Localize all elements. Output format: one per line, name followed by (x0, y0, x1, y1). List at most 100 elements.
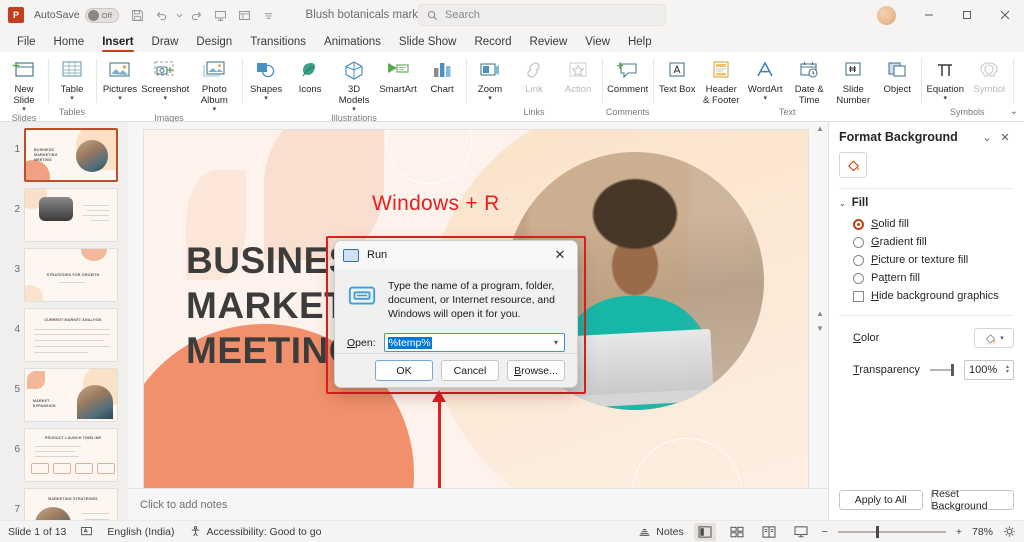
color-picker-button[interactable]: ▾ (974, 328, 1014, 348)
chevron-down-icon[interactable]: ⌄ (978, 131, 996, 144)
minimize-button[interactable] (910, 0, 948, 30)
zoom-out-button[interactable]: − (822, 526, 828, 538)
color-chevron-icon[interactable]: ▾ (1000, 334, 1004, 342)
new-slide-chevron-icon[interactable]: ▾ (22, 106, 26, 113)
chevron-down-icon[interactable]: ▾ (554, 338, 562, 347)
list-item[interactable]: 3 STRATEGIES FOR GROWTH (0, 242, 128, 302)
photo-album-chevron-icon[interactable]: ▾ (213, 106, 217, 113)
run-dialog[interactable]: Run ✕ Type the name of a program, folder… (334, 240, 578, 388)
option-gradient-fill[interactable]: Gradient fill (839, 233, 1014, 251)
radio-gradient-fill[interactable] (853, 237, 864, 248)
wordart-chevron-icon[interactable]: ▾ (763, 95, 767, 102)
shapes-button[interactable]: Shapes ▾ (244, 55, 288, 102)
option-solid-fill[interactable]: SSolid fillolid fill (839, 215, 1014, 233)
zoom-chevron-icon[interactable]: ▾ (488, 95, 492, 102)
accessibility-status[interactable]: Accessibility: Good to go (189, 525, 322, 538)
reading-view-button[interactable] (758, 523, 780, 541)
3d-models-chevron-icon[interactable]: ▾ (352, 106, 356, 113)
slide-thumbnail-5[interactable]: MARKET EXPANSION (24, 368, 118, 422)
undo-icon[interactable] (151, 4, 173, 26)
slide-thumbnail-3[interactable]: STRATEGIES FOR GROWTH (24, 248, 118, 302)
equation-chevron-icon[interactable]: ▾ (943, 95, 947, 102)
language-indicator[interactable]: English (India) (107, 526, 174, 538)
comment-button[interactable]: Comment (604, 55, 651, 95)
start-from-beginning-icon[interactable] (234, 4, 256, 26)
stepper-down-icon[interactable]: ▾ (1006, 370, 1009, 375)
cancel-button[interactable]: Cancel (441, 360, 499, 381)
zoom-button[interactable]: Zoom ▾ (468, 55, 512, 102)
tab-view[interactable]: View (576, 34, 619, 52)
slider-knob[interactable] (951, 364, 954, 376)
fill-section-header[interactable]: ⌄ Fill (839, 195, 1014, 215)
radio-pattern-fill[interactable] (853, 273, 864, 284)
spell-check-icon[interactable] (80, 525, 93, 538)
slide-counter[interactable]: Slide 1 of 13 (8, 526, 66, 538)
tab-file[interactable]: File (8, 34, 45, 52)
slide-number-button[interactable]: Slide Number (831, 55, 875, 106)
screenshot-button[interactable]: Screenshot ▾ (142, 55, 189, 102)
next-slide-icon[interactable]: ▼ (816, 324, 824, 333)
list-item[interactable]: 2 (0, 182, 128, 242)
tab-home[interactable]: Home (45, 34, 94, 52)
option-hide-background-graphics[interactable]: Hide background graphics (839, 287, 1014, 305)
checkbox-hide-background-graphics[interactable] (853, 291, 864, 302)
reset-background-button[interactable]: Reset Background (931, 490, 1015, 510)
collapse-ribbon-icon[interactable]: ⌄ (1010, 106, 1018, 117)
radio-picture-texture-fill[interactable] (853, 255, 864, 266)
chart-button[interactable]: Chart (420, 55, 464, 95)
new-slide-button[interactable]: New Slide ▾ (2, 55, 46, 113)
object-button[interactable]: Object (875, 55, 919, 95)
notes-pane[interactable]: Click to add notes (128, 488, 828, 520)
option-pattern-fill[interactable]: Pattern fill (839, 269, 1014, 287)
transparency-slider[interactable] (930, 363, 954, 377)
list-item[interactable]: 6 PRODUCT LAUNCH TIMELINE (0, 422, 128, 482)
photo-album-button[interactable]: Photo Album ▾ (189, 55, 240, 113)
date-time-button[interactable]: Date & Time (787, 55, 831, 106)
normal-view-button[interactable] (694, 523, 716, 541)
slide-thumbnail-2[interactable] (24, 188, 118, 242)
stepper-arrows[interactable]: ▴▾ (1006, 365, 1009, 375)
browse-button[interactable]: Browse... (507, 360, 565, 381)
close-icon[interactable]: ✕ (996, 131, 1014, 144)
fill-tab-button[interactable] (839, 152, 867, 178)
slide-thumbnail-panel[interactable]: 1 BUSINESS MARKETING MEETING 2 3 (0, 122, 128, 520)
scroll-up-icon[interactable]: ▲ (816, 124, 824, 133)
open-input[interactable]: %temp% ▾ (384, 333, 565, 352)
option-picture-texture-fill[interactable]: Picture or texture fill (839, 251, 1014, 269)
present-icon[interactable] (210, 4, 232, 26)
equation-button[interactable]: Equation ▾ (923, 55, 967, 102)
tab-slide-show[interactable]: Slide Show (390, 34, 466, 52)
tab-help[interactable]: Help (619, 34, 661, 52)
pictures-chevron-icon[interactable]: ▾ (118, 95, 122, 102)
3d-models-button[interactable]: 3D Models ▾ (332, 55, 376, 113)
chevron-down-icon[interactable]: ⌄ (839, 199, 846, 208)
apply-to-all-button[interactable]: Apply to All (839, 490, 923, 510)
notes-button[interactable]: Notes (638, 526, 683, 538)
text-box-button[interactable]: Text Box (655, 55, 699, 95)
tab-insert[interactable]: Insert (93, 34, 142, 52)
autosave-switch[interactable]: Off (85, 8, 119, 23)
tab-record[interactable]: Record (465, 34, 520, 52)
list-item[interactable]: 5 MARKET EXPANSION (0, 362, 128, 422)
icons-button[interactable]: Icons (288, 55, 332, 95)
fit-to-window-icon[interactable] (1003, 525, 1016, 538)
shapes-chevron-icon[interactable]: ▾ (264, 95, 268, 102)
avatar[interactable] (877, 6, 896, 25)
zoom-slider[interactable] (838, 525, 946, 539)
pictures-button[interactable]: Pictures ▾ (98, 55, 142, 102)
wordart-button[interactable]: WordArt ▾ (743, 55, 787, 102)
list-item[interactable]: 4 CURRENT MARKET ANALYSIS (0, 302, 128, 362)
close-icon[interactable]: ✕ (549, 245, 571, 265)
header-footer-button[interactable]: Header & Footer (699, 55, 743, 106)
screenshot-chevron-icon[interactable]: ▾ (164, 95, 168, 102)
zoom-slider-knob[interactable] (876, 526, 879, 538)
tab-review[interactable]: Review (521, 34, 577, 52)
radio-solid-fill[interactable] (853, 219, 864, 230)
slide-show-view-button[interactable] (790, 523, 812, 541)
tab-animations[interactable]: Animations (315, 34, 390, 52)
transparency-stepper[interactable]: 100% ▴▾ (964, 360, 1014, 380)
tab-transitions[interactable]: Transitions (241, 34, 315, 52)
slide-thumbnail-6[interactable]: PRODUCT LAUNCH TIMELINE (24, 428, 118, 482)
redo-icon[interactable] (186, 4, 208, 26)
slide-thumbnail-1[interactable]: BUSINESS MARKETING MEETING (24, 128, 118, 182)
